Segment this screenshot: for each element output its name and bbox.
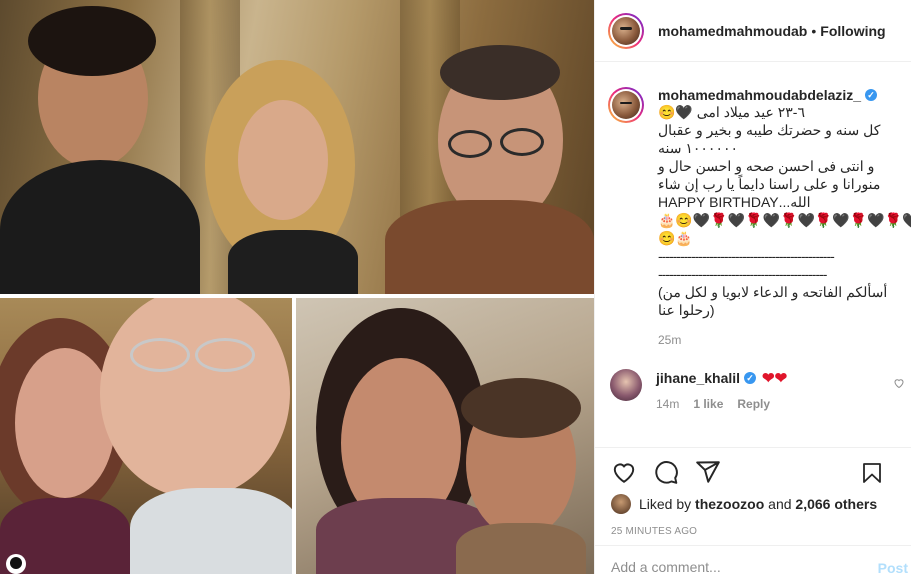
caption: mohamedmahmoudabdelaziz_ ✓ ٦-٢٣ عيد ميلا… xyxy=(608,87,911,347)
liked-by-prefix: Liked by xyxy=(639,496,692,512)
header-separator: • xyxy=(811,22,817,39)
liked-by-user[interactable]: thezoozoo xyxy=(695,496,764,512)
post-button[interactable]: Post xyxy=(878,560,908,574)
caption-line: و انتى فى احسن صحه و احسن حال و xyxy=(658,158,875,174)
comment-text: ❤❤ xyxy=(762,370,788,387)
caption-line: ٦-٢٣ عيد ميلاد امى 🖤😊 xyxy=(658,104,805,120)
add-comment-bar: Post xyxy=(595,545,911,574)
caption-divider: ----------------------------------------… xyxy=(658,248,835,264)
caption-emoji-line: 😊🎂 xyxy=(658,230,693,246)
add-comment-input[interactable] xyxy=(611,559,871,574)
caption-line: الله...HAPPY BIRTHDAY xyxy=(658,194,811,210)
caption-line: كل سنه و حضرتك طيبه و بخير و عقبال xyxy=(658,122,881,138)
caption-line: ١٠٠٠٠٠٠ سنه xyxy=(658,140,738,156)
post-header: mohamedmahmoudab • Following xyxy=(595,0,911,62)
avatar[interactable] xyxy=(608,12,644,49)
verified-badge-icon: ✓ xyxy=(744,372,757,384)
caption-line: (رحلوا عنا xyxy=(658,302,715,318)
caption-time[interactable]: 25m xyxy=(658,333,681,347)
comment-likes[interactable]: 1 like xyxy=(693,397,723,411)
reply-button[interactable]: Reply xyxy=(737,397,770,411)
comment-like-heart-icon[interactable] xyxy=(893,377,905,389)
photo-mother-and-son xyxy=(0,298,292,574)
post-actions: Liked by thezoozoo and 2,066 others 25 M… xyxy=(595,447,911,543)
caption-avatar[interactable] xyxy=(608,87,644,123)
caption-line: أسألكم الفاتحه و الدعاء لابويا و لكل من) xyxy=(658,284,888,300)
share-icon[interactable] xyxy=(695,459,721,485)
caption-username[interactable]: mohamedmahmoudabdelaziz_ xyxy=(658,87,861,103)
post-timestamp[interactable]: 25 MINUTES AGO xyxy=(611,526,896,537)
photo-vintage-mother-and-child xyxy=(296,298,594,574)
caption-emoji-line: 🎂😊🖤🌹🖤🌹🖤🌹🖤🌹🖤🌹🖤🌹🖤🌹 xyxy=(658,212,911,228)
post-image-collage[interactable] xyxy=(0,0,594,574)
likes-count[interactable]: 2,066 others xyxy=(795,496,877,512)
caption-line: منورانا و على راسنا دايماً يا رب إن شاء xyxy=(658,176,881,192)
commenter-username[interactable]: jihane_khalil xyxy=(656,370,740,386)
verified-badge-icon: ✓ xyxy=(865,89,878,101)
liked-by-and: and xyxy=(768,496,792,512)
commenter-avatar[interactable] xyxy=(610,369,642,401)
post-sidebar: mohamedmahmoudab • Following mohamedmahm… xyxy=(594,0,911,574)
header-username[interactable]: mohamedmahmoudab xyxy=(658,23,807,39)
caption-divider: ----------------------------------------… xyxy=(658,266,827,282)
comments-section[interactable]: mohamedmahmoudabdelaziz_ ✓ ٦-٢٣ عيد ميلا… xyxy=(595,62,911,447)
photo-family-group xyxy=(0,0,594,294)
liked-by-avatar[interactable] xyxy=(611,494,631,514)
comment-time[interactable]: 14m xyxy=(656,397,679,411)
bookmark-icon[interactable] xyxy=(860,460,884,486)
comment-item: jihane_khalil ✓ ❤❤ 14m 1 like Reply xyxy=(608,369,911,411)
comment-icon[interactable] xyxy=(653,459,679,485)
following-button[interactable]: Following xyxy=(820,23,885,39)
heart-icon[interactable] xyxy=(611,459,637,485)
liked-by: Liked by thezoozoo and 2,066 others xyxy=(611,494,896,514)
